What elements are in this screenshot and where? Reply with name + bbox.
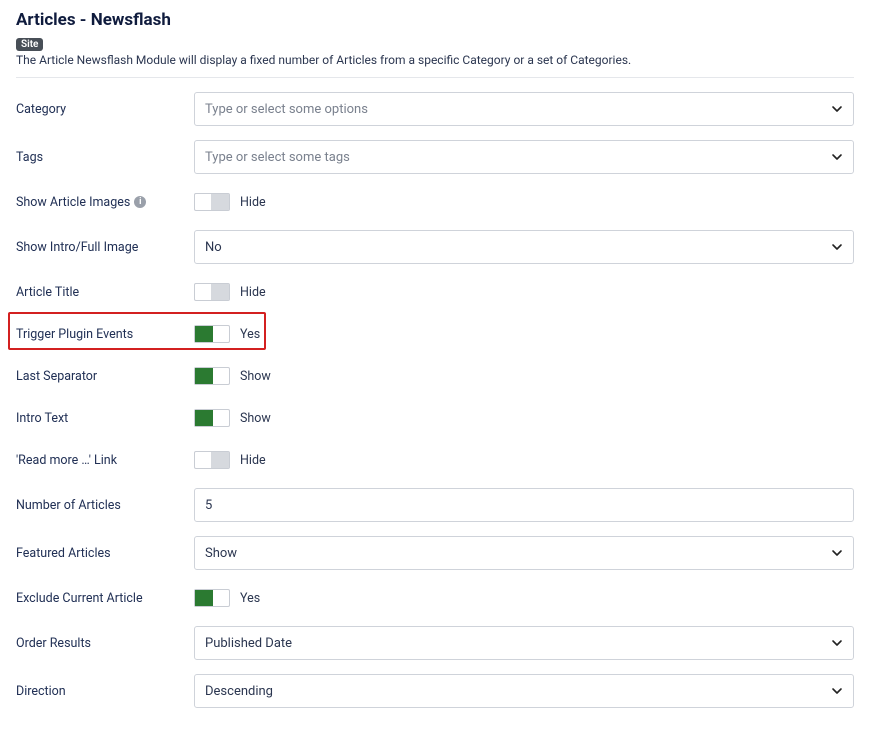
category-select[interactable]: Type or select some options (194, 92, 854, 126)
toggle-show-article-images[interactable] (194, 193, 230, 211)
label-number-of-articles: Number of Articles (16, 498, 194, 513)
row-read-more-link: 'Read more …' Link Hide (16, 446, 854, 474)
toggle-label-article-title: Hide (240, 285, 266, 300)
tags-select[interactable]: Type or select some tags (194, 140, 854, 174)
toggle-label-last-separator: Show (240, 369, 271, 384)
select-order-results[interactable]: Published Date (194, 626, 854, 660)
row-intro-text: Intro Text Show (16, 404, 854, 432)
toggle-intro-text[interactable] (194, 409, 230, 427)
select-direction[interactable]: Descending (194, 674, 854, 708)
select-value: Descending (205, 684, 273, 699)
row-direction: Direction Descending (16, 674, 854, 708)
toggle-label-intro-text: Show (240, 411, 271, 426)
row-featured-articles: Featured Articles Show (16, 536, 854, 570)
label-trigger-plugin-events: Trigger Plugin Events (16, 327, 194, 342)
row-order-results: Order Results Published Date (16, 626, 854, 660)
row-show-intro-full-image: Show Intro/Full Image No (16, 230, 854, 264)
chevron-down-icon (831, 151, 843, 163)
info-icon[interactable]: i (134, 196, 146, 208)
toggle-article-title[interactable] (194, 283, 230, 301)
toggle-trigger-plugin-events[interactable] (194, 325, 230, 343)
label-show-article-images: Show Article Images i (16, 195, 194, 210)
toggle-label-exclude-current-article: Yes (240, 591, 260, 606)
row-last-separator: Last Separator Show (16, 362, 854, 390)
row-show-article-images: Show Article Images i Hide (16, 188, 854, 216)
page-title: Articles - Newsflash (16, 10, 854, 30)
module-description: The Article Newsflash Module will displa… (16, 53, 854, 67)
toggle-label-show-article-images: Hide (240, 195, 266, 210)
chevron-down-icon (831, 637, 843, 649)
label-show-intro-full-image: Show Intro/Full Image (16, 240, 194, 255)
chevron-down-icon (831, 103, 843, 115)
label-tags: Tags (16, 150, 194, 165)
toggle-read-more-link[interactable] (194, 451, 230, 469)
site-badge: Site (16, 38, 43, 51)
select-show-intro-full-image[interactable]: No (194, 230, 854, 264)
label-last-separator: Last Separator (16, 369, 194, 384)
label-exclude-current-article: Exclude Current Article (16, 591, 194, 606)
label-read-more-link: 'Read more …' Link (16, 453, 194, 468)
label-article-title: Article Title (16, 285, 194, 300)
divider (16, 77, 854, 78)
label-featured-articles: Featured Articles (16, 546, 194, 561)
settings-form: Category Type or select some options Tag… (16, 92, 854, 708)
label-category: Category (16, 102, 194, 117)
toggle-label-trigger-plugin-events: Yes (240, 327, 260, 342)
row-tags: Tags Type or select some tags (16, 140, 854, 174)
toggle-last-separator[interactable] (194, 367, 230, 385)
select-value: No (205, 240, 222, 255)
input-number-of-articles[interactable] (194, 488, 854, 522)
row-category: Category Type or select some options (16, 92, 854, 126)
tags-placeholder: Type or select some tags (205, 150, 350, 165)
row-article-title: Article Title Hide (16, 278, 854, 306)
select-featured-articles[interactable]: Show (194, 536, 854, 570)
row-number-of-articles: Number of Articles (16, 488, 854, 522)
toggle-exclude-current-article[interactable] (194, 589, 230, 607)
category-placeholder: Type or select some options (205, 102, 368, 117)
chevron-down-icon (831, 685, 843, 697)
row-trigger-plugin-events: Trigger Plugin Events Yes (16, 320, 854, 348)
label-direction: Direction (16, 684, 194, 699)
row-exclude-current-article: Exclude Current Article Yes (16, 584, 854, 612)
chevron-down-icon (831, 241, 843, 253)
select-value: Show (205, 546, 237, 561)
label-order-results: Order Results (16, 636, 194, 651)
select-value: Published Date (205, 636, 292, 651)
toggle-label-read-more-link: Hide (240, 453, 266, 468)
label-intro-text: Intro Text (16, 411, 194, 426)
